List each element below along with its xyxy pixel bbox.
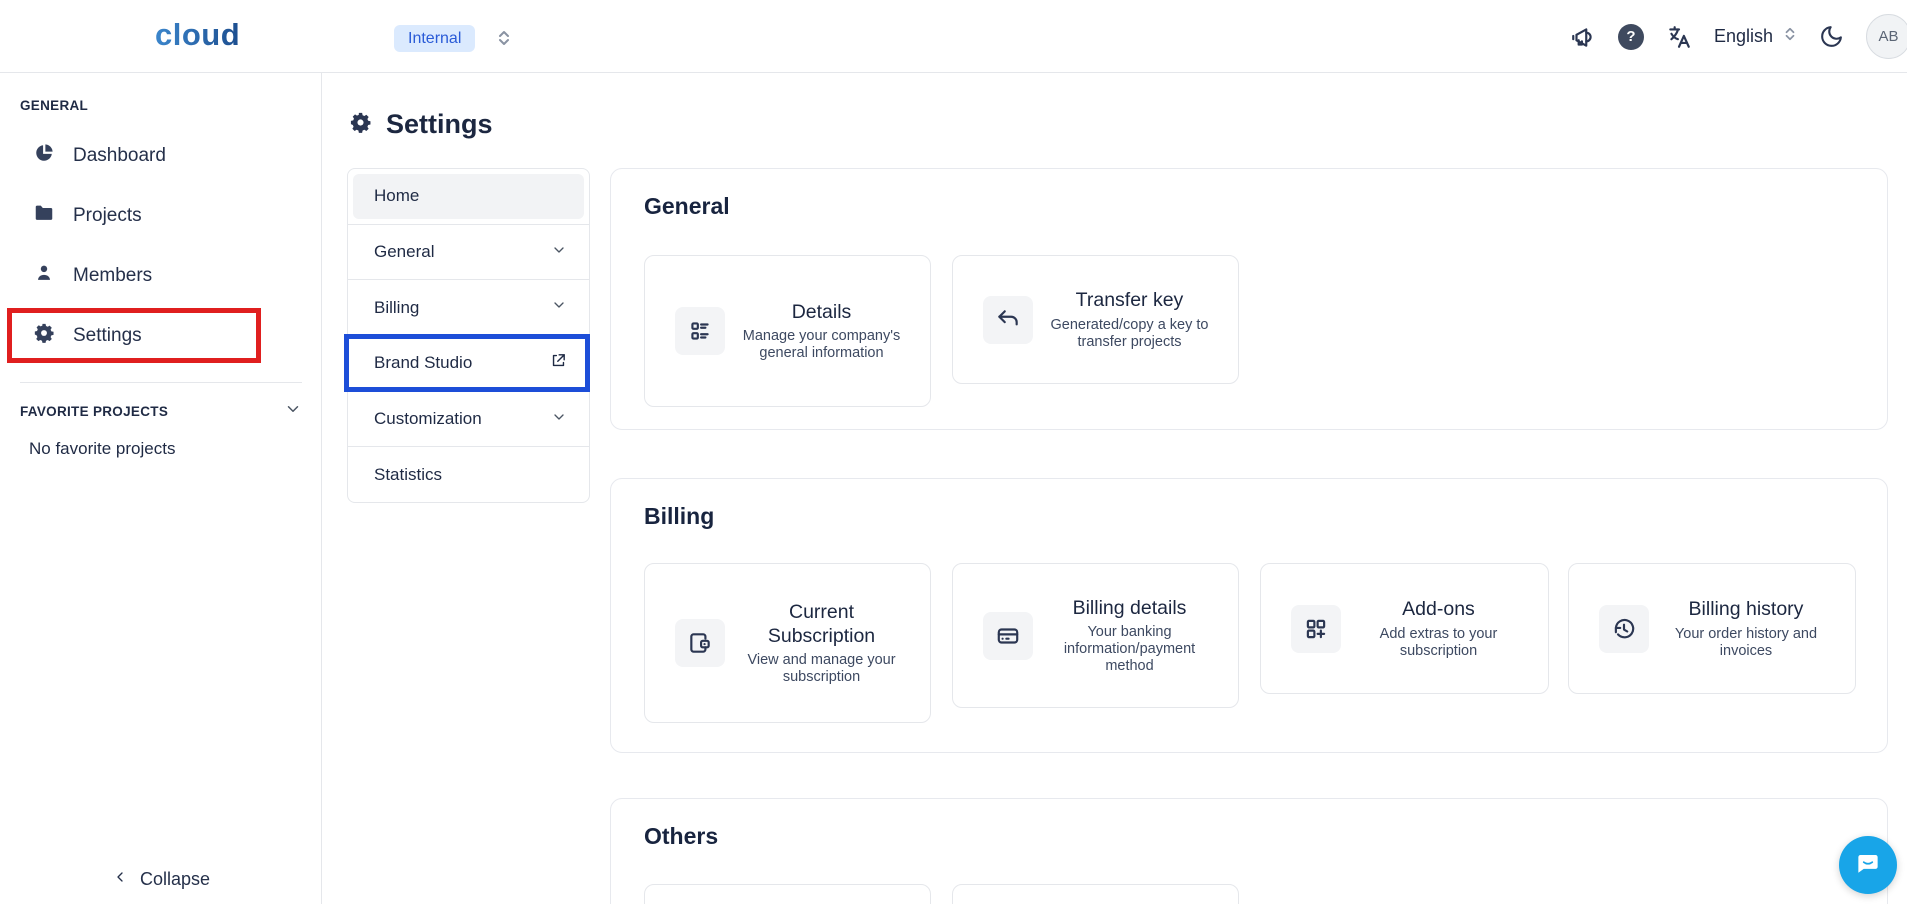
chevron-down-icon xyxy=(551,242,567,263)
card-description: Generated/copy a key to transfer project… xyxy=(1046,317,1214,351)
section-title: Billing xyxy=(644,503,714,530)
sidebar-item-projects[interactable]: Projects xyxy=(12,192,302,240)
card-description: Add extras to your subscription xyxy=(1355,626,1523,660)
page-title: Settings xyxy=(386,109,493,140)
card-add-ons[interactable]: Add-ons Add extras to your subscription xyxy=(1260,563,1549,694)
chevron-down-icon xyxy=(551,297,567,318)
card-title: Current Subscription xyxy=(737,600,907,649)
environment-badge[interactable]: Internal xyxy=(394,25,475,52)
settings-nav-general[interactable]: General xyxy=(348,225,589,281)
card-other[interactable] xyxy=(952,884,1239,904)
sidebar-collapse-button[interactable]: Collapse xyxy=(0,869,322,890)
section-title: Others xyxy=(644,823,718,850)
card-transfer-key[interactable]: Transfer key Generated/copy a key to tra… xyxy=(952,255,1239,384)
sidebar-item-label: Projects xyxy=(73,205,142,227)
folder-icon xyxy=(33,202,55,230)
chat-widget-button[interactable] xyxy=(1839,836,1897,894)
card-description: Your banking information/payment method xyxy=(1046,624,1214,675)
card-billing-details[interactable]: Billing details Your banking information… xyxy=(952,563,1239,708)
sidebar-section-favorites[interactable]: FAVORITE PROJECTS xyxy=(20,400,302,423)
announcements-icon[interactable] xyxy=(1570,24,1596,50)
help-icon[interactable]: ? xyxy=(1618,24,1644,50)
chevron-down-icon xyxy=(551,409,567,430)
nav-label: Customization xyxy=(374,409,482,429)
collapse-label: Collapse xyxy=(140,869,210,890)
wallet-icon xyxy=(675,619,725,667)
list-details-icon xyxy=(675,307,725,355)
brand-studio-highlight-box xyxy=(344,334,590,392)
card-description: Your order history and invoices xyxy=(1662,626,1830,660)
sidebar-item-label: Members xyxy=(73,265,152,287)
section-general: General Details Manage your company's ge… xyxy=(610,168,1888,430)
top-header: cloud Internal ? English AB xyxy=(0,0,1907,73)
section-billing: Billing Current Subscription View and ma… xyxy=(610,478,1888,753)
chat-bubble-icon xyxy=(1853,848,1883,883)
sidebar-item-dashboard[interactable]: Dashboard xyxy=(12,132,302,180)
page-header: Settings xyxy=(349,109,493,140)
card-billing-history[interactable]: Billing history Your order history and i… xyxy=(1568,563,1856,694)
credit-card-icon xyxy=(983,612,1033,660)
app-logo[interactable]: cloud xyxy=(155,17,240,53)
settings-nav-customization[interactable]: Customization xyxy=(348,392,589,448)
settings-nav-statistics[interactable]: Statistics xyxy=(348,447,589,502)
section-others: Others xyxy=(610,798,1888,904)
favorites-empty-text: No favorite projects xyxy=(29,439,175,459)
card-title: Details xyxy=(792,300,852,324)
chevron-down-icon[interactable] xyxy=(284,400,302,423)
nav-label: Home xyxy=(374,186,419,206)
history-clock-icon xyxy=(1599,605,1649,653)
card-title: Transfer key xyxy=(1076,288,1184,312)
card-description: Manage your company's general informatio… xyxy=(738,328,906,362)
language-selector-icon[interactable] xyxy=(1783,26,1797,47)
pie-chart-icon xyxy=(33,142,55,170)
chevron-left-icon xyxy=(112,869,128,890)
user-avatar[interactable]: AB xyxy=(1866,14,1907,59)
translate-icon[interactable] xyxy=(1666,24,1692,50)
main-sidebar: GENERAL Dashboard Projects Members Setti… xyxy=(0,73,322,904)
sidebar-item-label: Dashboard xyxy=(73,145,166,167)
sidebar-item-members[interactable]: Members xyxy=(12,252,302,300)
environment-selector-icon[interactable] xyxy=(496,29,512,52)
card-title: Billing details xyxy=(1073,596,1187,620)
arrow-back-icon xyxy=(983,296,1033,344)
nav-label: Billing xyxy=(374,298,419,318)
nav-label: Statistics xyxy=(374,465,442,485)
card-description: View and manage your subscription xyxy=(738,652,906,686)
card-current-subscription[interactable]: Current Subscription View and manage you… xyxy=(644,563,931,723)
apps-add-icon xyxy=(1291,605,1341,653)
sidebar-divider xyxy=(20,382,302,383)
card-title: Billing history xyxy=(1689,597,1804,621)
gear-icon xyxy=(349,111,372,139)
dark-mode-icon[interactable] xyxy=(1819,24,1844,49)
nav-label: General xyxy=(374,242,434,262)
user-icon xyxy=(33,262,55,290)
section-title: General xyxy=(644,193,730,220)
settings-highlight-box xyxy=(7,308,261,363)
favorites-label: FAVORITE PROJECTS xyxy=(20,404,168,419)
card-details[interactable]: Details Manage your company's general in… xyxy=(644,255,931,407)
language-label[interactable]: English xyxy=(1714,26,1773,47)
settings-nav-home[interactable]: Home xyxy=(348,169,589,225)
card-other[interactable] xyxy=(644,884,931,904)
sidebar-section-general: GENERAL xyxy=(20,98,88,113)
card-title: Add-ons xyxy=(1402,597,1475,621)
settings-nav-billing[interactable]: Billing xyxy=(348,280,589,336)
